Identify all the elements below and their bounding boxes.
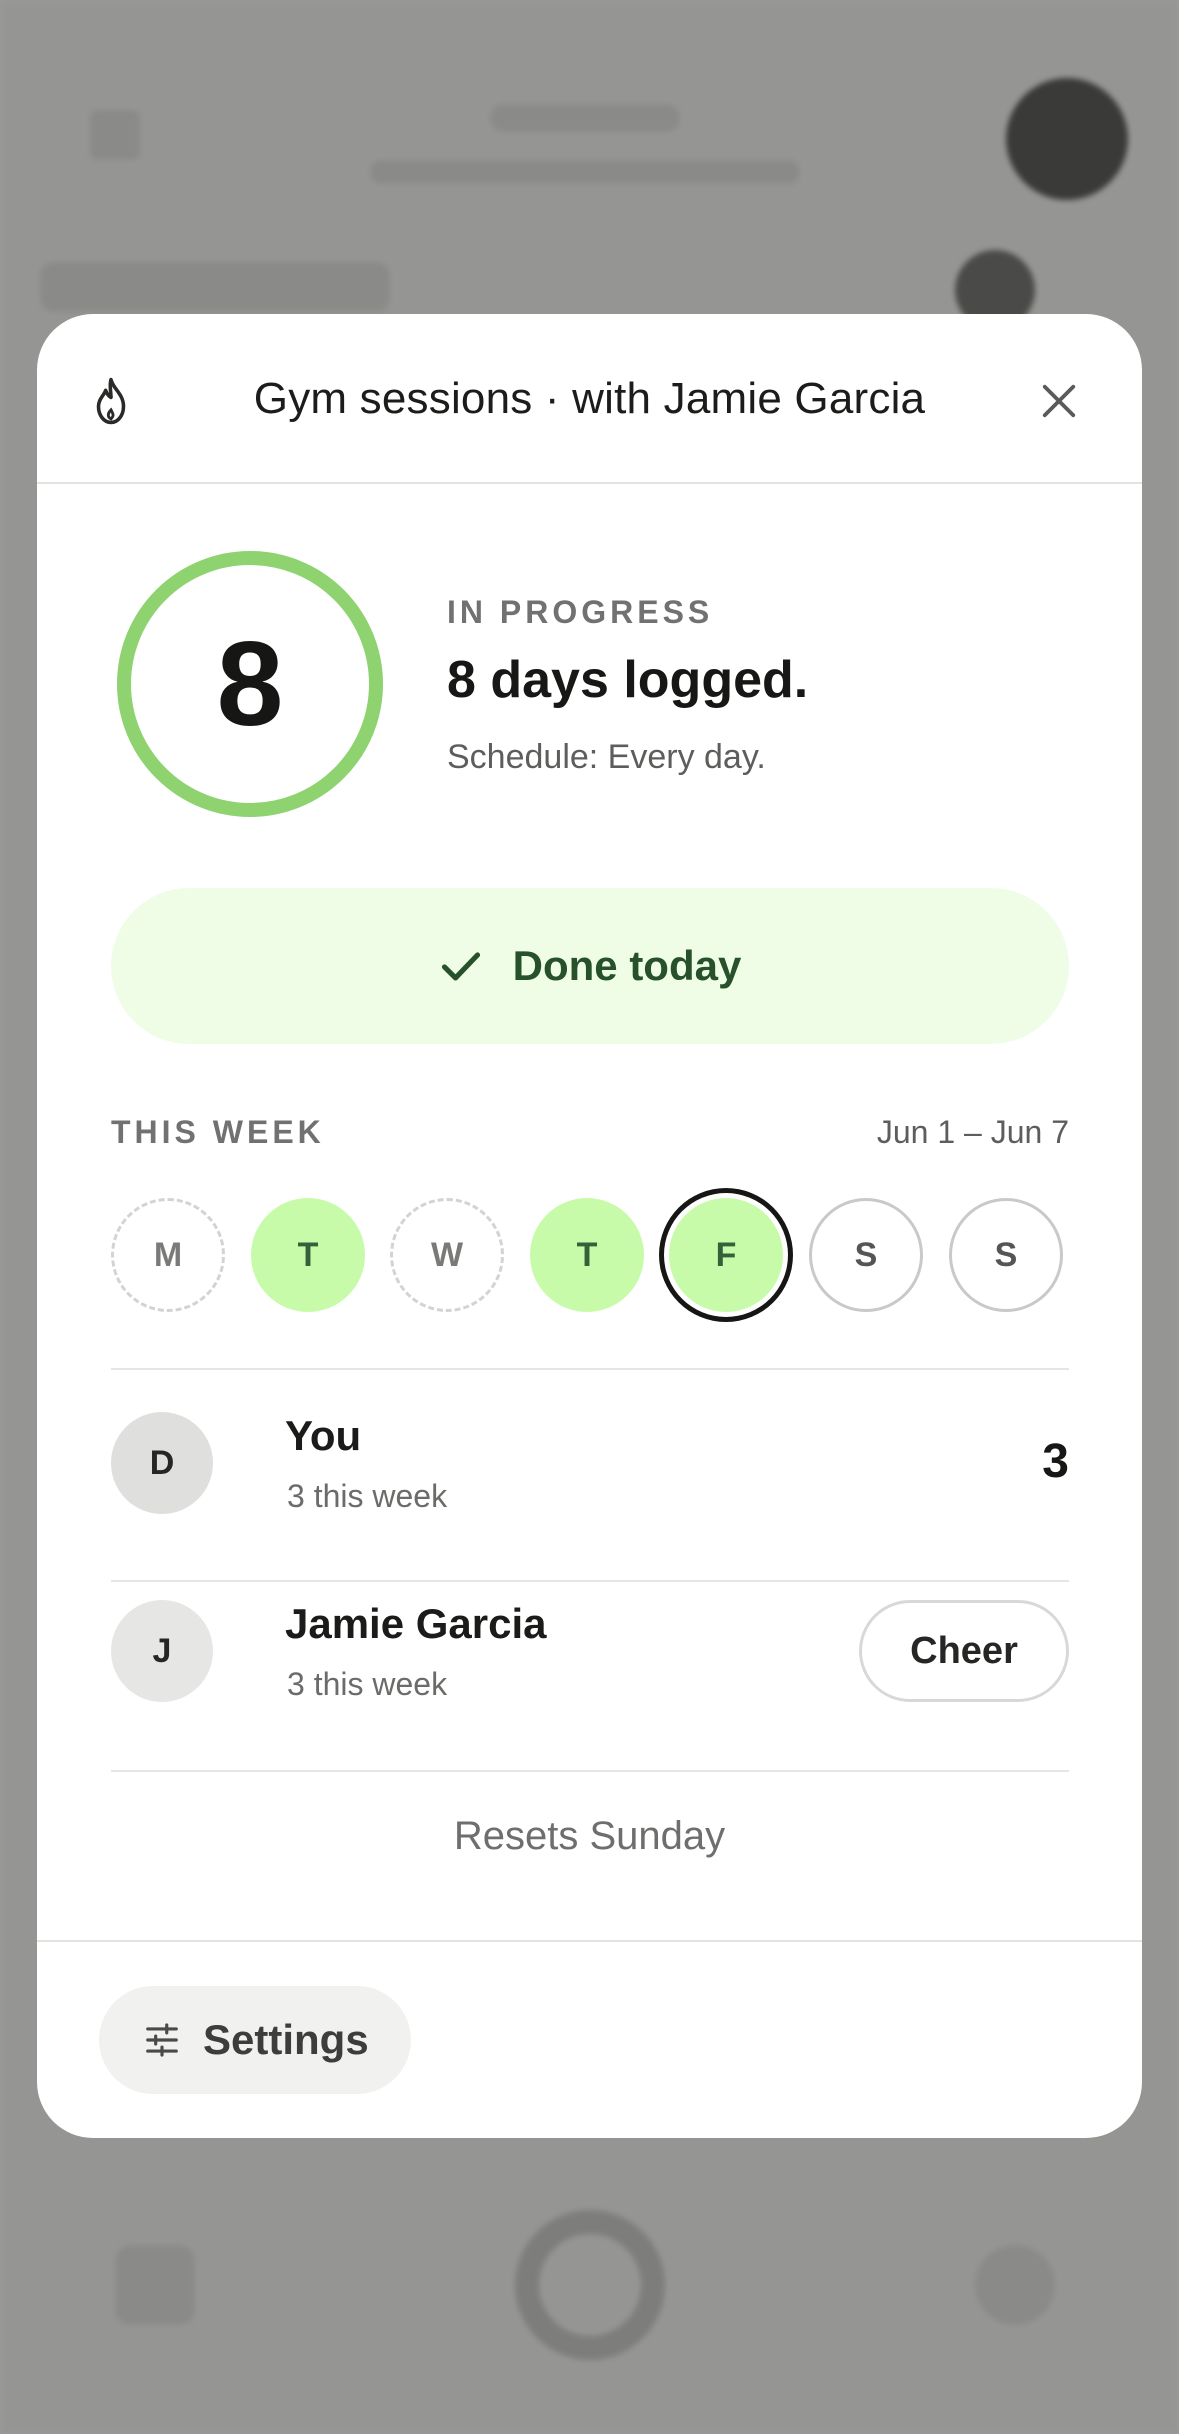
cheer-button[interactable]: Cheer	[859, 1600, 1069, 1702]
progress-count: 8	[216, 617, 284, 751]
modal-title: Gym sessions · with Jamie Garcia	[253, 374, 926, 423]
member-weekly: 3 this week	[287, 1478, 448, 1514]
bg-menu-icon	[90, 110, 140, 160]
week-label: THIS WEEK	[111, 1114, 325, 1150]
habit-modal: Gym sessions · with Jamie Garcia 8 IN PR…	[37, 314, 1142, 2138]
member-row-you: D You 3 this week 3	[111, 1370, 1069, 1556]
bg-chip	[40, 262, 390, 312]
settings-button[interactable]: Settings	[99, 1986, 411, 2094]
sliders-icon	[146, 2023, 178, 2057]
divider	[111, 1770, 1069, 1772]
avatar: J	[111, 1600, 213, 1702]
member-name: You	[285, 1412, 362, 1459]
member-row-jamie: J Jamie Garcia 3 this week Cheer	[111, 1558, 1069, 1744]
close-icon[interactable]	[1040, 382, 1078, 420]
bg-home-icon	[115, 2245, 195, 2325]
week-days: M T W T F S S	[111, 1188, 1069, 1328]
resets-note: Resets Sunday	[453, 1814, 726, 1858]
member-name: Jamie Garcia	[285, 1600, 547, 1647]
status-headline: 8 days logged.	[447, 651, 809, 709]
week-range: Jun 1 – Jun 7	[876, 1114, 1069, 1150]
done-today-button[interactable]: Done today	[111, 888, 1069, 1044]
day-sunday[interactable]: S	[949, 1198, 1063, 1312]
bg-subtitle	[370, 160, 800, 184]
check-icon	[441, 952, 480, 981]
member-weekly: 3 this week	[287, 1666, 448, 1702]
member-count: 3	[1042, 1435, 1069, 1488]
bg-profile-icon	[975, 2245, 1055, 2325]
schedule-text: Schedule: Every day.	[447, 738, 766, 776]
done-today-label: Done today	[512, 942, 742, 989]
day-friday[interactable]: F	[669, 1198, 783, 1312]
bg-title	[490, 104, 680, 132]
bg-center-button	[515, 2210, 665, 2360]
progress-ring: 8	[116, 550, 384, 818]
settings-label: Settings	[203, 2016, 369, 2063]
avatar: D	[111, 1412, 213, 1514]
day-monday[interactable]: M	[111, 1198, 225, 1312]
footer-divider	[37, 1940, 1142, 1942]
day-wednesday[interactable]: W	[390, 1198, 504, 1312]
day-thursday[interactable]: T	[530, 1198, 644, 1312]
status-label: IN PROGRESS	[447, 594, 714, 630]
bg-avatar	[1006, 78, 1128, 200]
day-saturday[interactable]: S	[809, 1198, 923, 1312]
day-tuesday[interactable]: T	[251, 1198, 365, 1312]
modal-header: Gym sessions · with Jamie Garcia	[37, 314, 1142, 484]
